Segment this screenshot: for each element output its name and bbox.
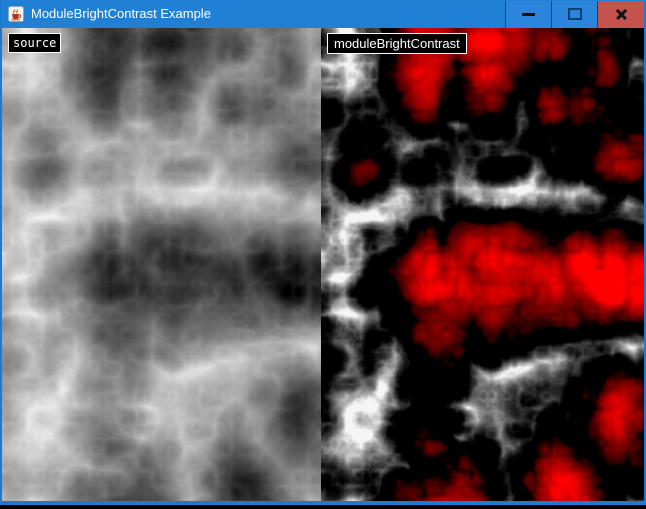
close-button[interactable] xyxy=(597,1,644,28)
source-label: source xyxy=(8,33,61,53)
title-bar[interactable]: ModuleBrightContrast Example xyxy=(2,0,644,28)
minimize-button[interactable] xyxy=(505,1,551,28)
module-bright-contrast-label: moduleBrightContrast xyxy=(327,33,467,54)
maximize-button[interactable] xyxy=(551,1,597,28)
window-controls xyxy=(505,1,644,28)
window-title: ModuleBrightContrast Example xyxy=(31,0,211,28)
minimize-icon xyxy=(522,13,535,16)
client-area: source moduleBrightContrast xyxy=(2,28,644,501)
close-icon xyxy=(615,8,628,21)
desktop-background: ModuleBrightContrast Example source xyxy=(0,0,646,509)
source-image xyxy=(2,28,321,501)
maximize-icon xyxy=(568,8,582,20)
java-coffee-cup-icon xyxy=(8,6,24,22)
module-bright-contrast-panel: moduleBrightContrast xyxy=(321,28,644,501)
source-panel: source xyxy=(2,28,321,501)
module-bright-contrast-image xyxy=(321,28,644,501)
app-window: ModuleBrightContrast Example source xyxy=(0,0,646,505)
